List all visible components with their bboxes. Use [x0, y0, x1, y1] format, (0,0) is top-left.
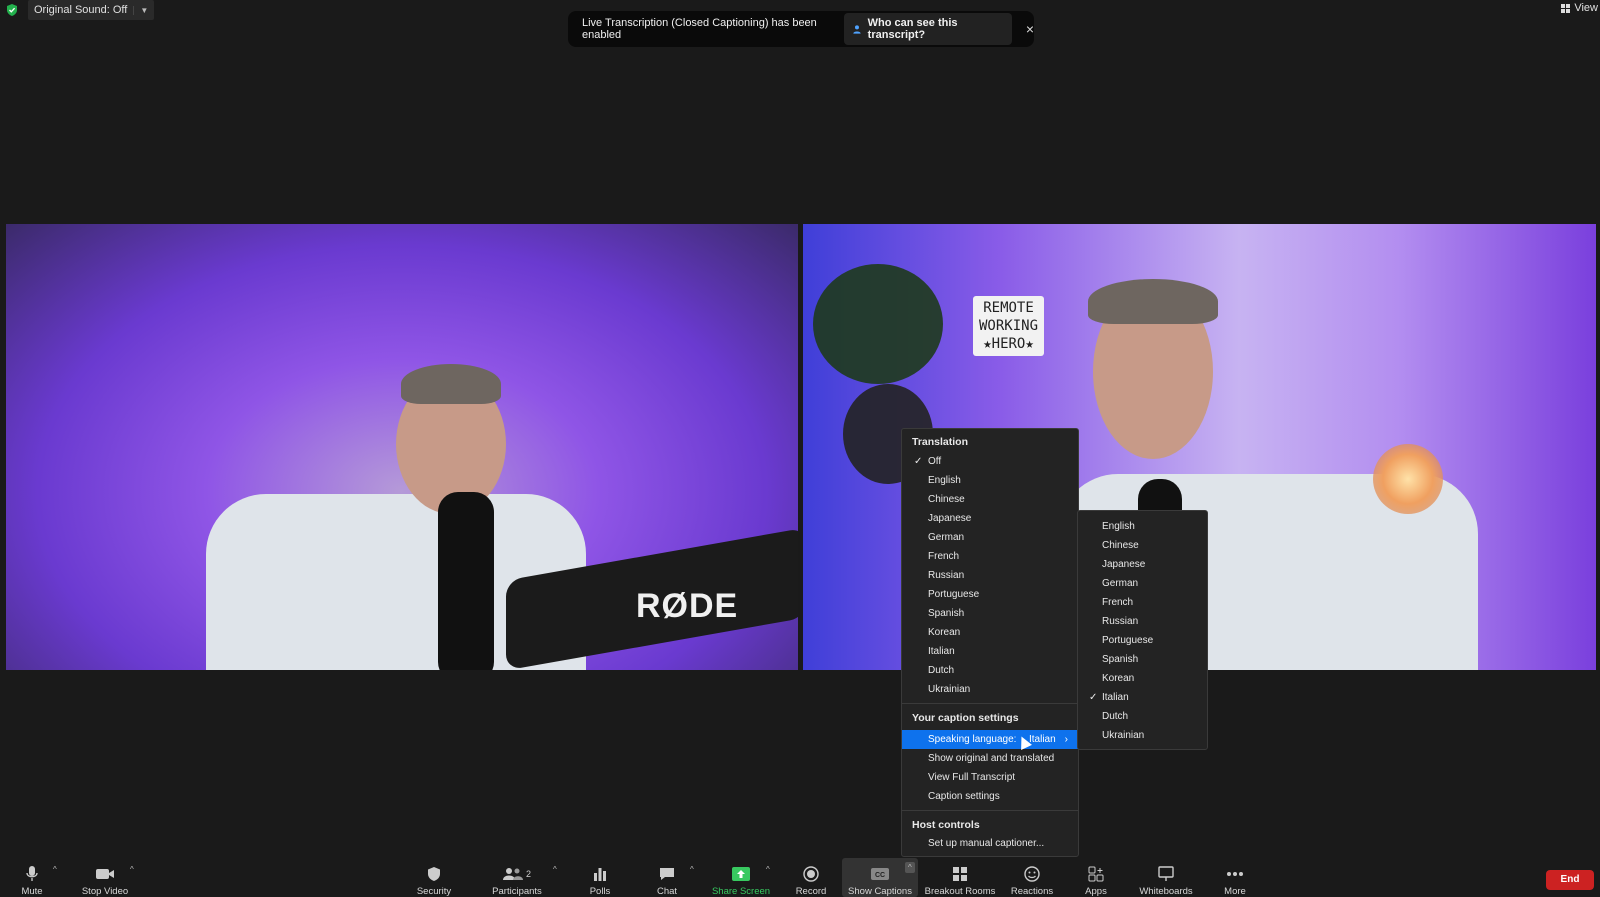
- breakout-rooms-button[interactable]: Breakout Rooms: [920, 858, 1000, 897]
- chevron-up-icon[interactable]: ^: [553, 865, 557, 874]
- chevron-up-icon[interactable]: ^: [690, 865, 694, 874]
- translation-item-french[interactable]: French: [902, 547, 1078, 566]
- participant-hair: [401, 364, 501, 404]
- apps-button[interactable]: Apps: [1056, 858, 1136, 897]
- language-option-ukrainian[interactable]: Ukrainian: [1078, 726, 1207, 745]
- mute-button[interactable]: Mute: [0, 858, 72, 897]
- video-tile-left[interactable]: RØDE: [6, 224, 798, 670]
- original-sound-label: Original Sound: Off: [34, 4, 128, 16]
- whiteboard-icon: [1158, 866, 1174, 881]
- rode-logo: RØDE: [636, 587, 739, 625]
- view-label: View: [1574, 2, 1598, 14]
- close-icon[interactable]: ×: [1026, 21, 1034, 37]
- language-option-japanese[interactable]: Japanese: [1078, 555, 1207, 574]
- translation-item-portuguese[interactable]: Portuguese: [902, 585, 1078, 604]
- meeting-toolbar: Mute ^ Stop Video ^ Security 2 Participa…: [0, 858, 1600, 897]
- participants-icon: [502, 868, 523, 880]
- record-button[interactable]: Record: [771, 858, 851, 897]
- translation-item-korean[interactable]: Korean: [902, 623, 1078, 642]
- speaking-language-item[interactable]: Speaking language: Italian ›: [902, 730, 1078, 749]
- language-option-portuguese[interactable]: Portuguese: [1078, 631, 1207, 650]
- microphone-image: [438, 492, 494, 670]
- speaking-language-value: Italian: [1029, 734, 1056, 745]
- language-option-korean[interactable]: Korean: [1078, 669, 1207, 688]
- translation-item-chinese[interactable]: Chinese: [902, 490, 1078, 509]
- speaking-language-label: Speaking language:: [928, 734, 1017, 745]
- remote-working-hero-sign: REMOTE WORKING ★HERO★: [973, 296, 1045, 356]
- caption-settings-header: Your caption settings: [912, 712, 1019, 724]
- end-meeting-button[interactable]: End: [1546, 870, 1594, 890]
- transcription-notification: Live Transcription (Closed Captioning) h…: [568, 11, 1034, 47]
- participants-button[interactable]: 2 Participants: [477, 858, 557, 897]
- who-can-see-button[interactable]: Who can see this transcript?: [843, 13, 1012, 45]
- host-controls-header: Host controls: [912, 819, 980, 831]
- share-screen-icon: [732, 867, 750, 881]
- security-button[interactable]: Security: [394, 858, 474, 897]
- manual-captioner-item[interactable]: Set up manual captioner...: [902, 834, 1078, 853]
- polls-icon: [594, 868, 606, 881]
- translation-item-dutch[interactable]: Dutch: [902, 661, 1078, 680]
- language-option-french[interactable]: French: [1078, 593, 1207, 612]
- chat-icon: [660, 868, 674, 880]
- svg-text:CC: CC: [875, 872, 885, 879]
- translation-header: Translation: [912, 436, 969, 448]
- chevron-up-icon[interactable]: ^: [130, 865, 134, 874]
- chevron-up-icon[interactable]: ^: [53, 865, 57, 874]
- translation-item-ukrainian[interactable]: Ukrainian: [902, 680, 1078, 699]
- more-dots-icon: [1227, 872, 1243, 876]
- menu-divider: [902, 810, 1078, 811]
- translation-item-russian[interactable]: Russian: [902, 566, 1078, 585]
- translation-item-italian[interactable]: Italian: [902, 642, 1078, 661]
- menu-divider: [902, 703, 1078, 704]
- translation-item-german[interactable]: German: [902, 528, 1078, 547]
- language-option-chinese[interactable]: Chinese: [1078, 536, 1207, 555]
- language-option-dutch[interactable]: Dutch: [1078, 707, 1207, 726]
- zoom-meeting-window: Original Sound: Off ▼ View Live Transcri…: [0, 0, 1600, 897]
- chevron-down-icon[interactable]: ▼: [133, 5, 148, 15]
- language-option-italian[interactable]: ✓ Italian: [1078, 688, 1207, 707]
- share-screen-button[interactable]: Share Screen: [701, 858, 781, 897]
- translation-item-japanese[interactable]: Japanese: [902, 509, 1078, 528]
- chat-button[interactable]: Chat: [627, 858, 707, 897]
- view-button[interactable]: View: [1561, 2, 1598, 14]
- emoji-reaction-icon: [1024, 866, 1040, 882]
- security-shield-icon: [7, 4, 17, 16]
- checkmark-icon: ✓: [1089, 692, 1098, 703]
- record-icon: [803, 866, 819, 882]
- language-option-spanish[interactable]: Spanish: [1078, 650, 1207, 669]
- stop-video-button[interactable]: Stop Video: [65, 858, 145, 897]
- language-option-german[interactable]: German: [1078, 574, 1207, 593]
- breakout-rooms-icon: [953, 867, 967, 881]
- light-bulb-image: [1373, 444, 1443, 514]
- chevron-up-icon[interactable]: ^: [766, 865, 770, 874]
- speaking-language-submenu: English Chinese Japanese German French R…: [1077, 510, 1208, 750]
- chevron-right-icon: ›: [1064, 734, 1068, 745]
- person-icon: [853, 24, 861, 34]
- who-can-see-label: Who can see this transcript?: [867, 17, 958, 41]
- notification-message: Live Transcription (Closed Captioning) h…: [582, 17, 817, 41]
- plant-image: [813, 264, 943, 384]
- grid-view-icon: [1561, 3, 1571, 13]
- checkmark-icon: ✓: [914, 456, 923, 467]
- translation-item-off[interactable]: ✓ Off: [902, 452, 1078, 471]
- more-button[interactable]: More: [1195, 858, 1275, 897]
- translation-item-english[interactable]: English: [902, 471, 1078, 490]
- participant-hair: [1088, 279, 1218, 324]
- chevron-up-icon[interactable]: ^: [905, 862, 915, 873]
- whiteboards-button[interactable]: Whiteboards: [1126, 858, 1206, 897]
- participants-count: 2: [525, 869, 531, 879]
- language-option-russian[interactable]: Russian: [1078, 612, 1207, 631]
- caption-settings-item[interactable]: Caption settings: [902, 787, 1078, 806]
- microphone-icon: [26, 866, 38, 881]
- shield-icon: [428, 867, 440, 881]
- language-option-english[interactable]: English: [1078, 517, 1207, 536]
- translation-item-spanish[interactable]: Spanish: [902, 604, 1078, 623]
- video-camera-icon: [96, 869, 114, 879]
- closed-captions-icon: CC: [871, 868, 889, 880]
- original-sound-toggle[interactable]: Original Sound: Off ▼: [28, 0, 155, 20]
- captions-menu: Translation ✓ Off English Chinese Japanes…: [901, 428, 1079, 857]
- apps-icon: [1088, 866, 1104, 882]
- view-full-transcript-item[interactable]: View Full Transcript: [902, 768, 1078, 787]
- show-original-translated-item[interactable]: Show original and translated: [902, 749, 1078, 768]
